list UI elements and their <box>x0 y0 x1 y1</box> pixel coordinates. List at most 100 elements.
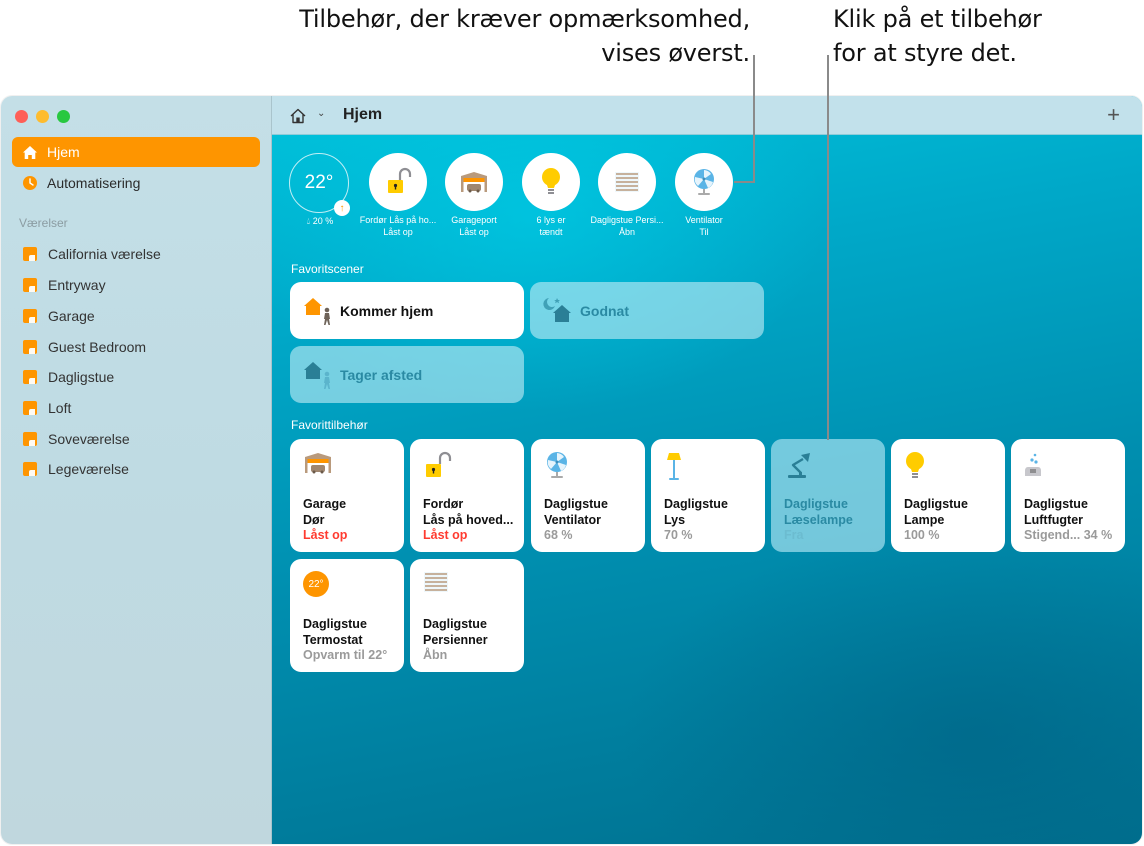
room-label: Legeværelse <box>48 461 129 477</box>
sidebar-room[interactable]: Dagligstue <box>23 366 114 388</box>
lightbulb-icon <box>904 451 936 483</box>
status-value: Til <box>699 227 709 237</box>
minimize-button[interactable] <box>36 110 49 123</box>
scene-goodnight[interactable]: Godnat <box>530 282 764 339</box>
humidifier-icon <box>1024 451 1056 483</box>
room-label: Garage <box>48 308 95 324</box>
blinds-icon <box>423 571 455 603</box>
tile-state: Åbn <box>423 648 448 662</box>
zoom-button[interactable] <box>57 110 70 123</box>
room-icon <box>23 370 37 384</box>
tile-name: Luftfugter <box>1024 513 1084 527</box>
tile-name: Termostat <box>303 633 363 647</box>
callout-attention: Tilbehør, der kræver opmærksomhed, vises… <box>200 2 750 70</box>
thermostat-badge: 22° <box>303 571 329 597</box>
accessory-tile-fan[interactable]: Dagligstue Ventilator 68 % <box>531 439 645 552</box>
garage-icon <box>461 172 487 193</box>
house-icon <box>22 144 38 160</box>
room-label: Guest Bedroom <box>48 339 147 355</box>
lock-open-icon <box>423 451 455 483</box>
fan-icon <box>544 451 576 483</box>
tile-name: Lys <box>664 513 686 527</box>
room-label: Dagligstue <box>48 369 115 385</box>
arrive-home-icon <box>302 295 338 327</box>
sidebar-room[interactable]: Entryway <box>23 274 106 296</box>
status-item[interactable]: Fordør Lås på ho... Låst op <box>358 153 438 238</box>
callout-click-line1: Klik på et tilbehør <box>833 5 1042 33</box>
clock-icon <box>22 175 38 191</box>
garage-icon <box>303 451 335 483</box>
room-icon <box>23 309 37 323</box>
room-icon <box>23 340 37 354</box>
scene-leaving[interactable]: Tager afsted <box>290 346 524 403</box>
scene-coming-home[interactable]: Kommer hjem <box>290 282 524 339</box>
home-app-window: Hjem Automatisering Værelser California … <box>1 96 1142 844</box>
sidebar-room[interactable]: California værelse <box>23 243 161 265</box>
main-content: ⌄ Hjem + 22° ↑ 💧︎ 20 % Fordør Lås på ho.… <box>272 96 1142 844</box>
tile-room: Dagligstue <box>784 497 848 511</box>
home-menu-icon[interactable] <box>289 107 307 125</box>
tile-room: Dagligstue <box>664 497 728 511</box>
floor-lamp-icon <box>664 451 696 483</box>
accessory-tile-blinds[interactable]: Dagligstue Persienner Åbn <box>410 559 524 672</box>
tile-name: Lampe <box>904 513 945 527</box>
tile-room: Dagligstue <box>904 497 968 511</box>
sidebar-item-label: Automatisering <box>47 175 141 191</box>
page-title: Hjem <box>343 106 383 123</box>
lock-open-icon <box>388 167 412 193</box>
status-value: tændt <box>539 227 563 237</box>
sidebar: Hjem Automatisering Værelser California … <box>1 96 272 844</box>
tile-state: 70 % <box>664 528 693 542</box>
callout-line-click <box>827 55 829 440</box>
tile-state: Låst op <box>423 528 468 542</box>
sidebar-room[interactable]: Soveværelse <box>23 428 130 450</box>
tile-room: Fordør <box>423 497 464 511</box>
status-thermostat[interactable]: 22° ↑ <box>289 153 350 216</box>
callout-click: Klik på et tilbehør for at styre det. <box>833 2 1133 70</box>
tile-name: Persienner <box>423 633 488 647</box>
status-humidity: 💧︎ 20 % <box>289 216 351 227</box>
accessory-tile-garage-door[interactable]: Garage Dør Låst op <box>290 439 404 552</box>
sidebar-room[interactable]: Legeværelse <box>23 458 129 480</box>
toolbar: ⌄ Hjem + <box>272 96 1142 135</box>
accessory-tile-reading-lamp[interactable]: Dagligstue Læselampe Fra <box>771 439 885 552</box>
room-icon <box>23 401 37 415</box>
tile-state: Låst op <box>303 528 348 542</box>
blinds-icon <box>615 172 639 192</box>
sidebar-room[interactable]: Guest Bedroom <box>23 336 146 358</box>
close-button[interactable] <box>15 110 28 123</box>
tile-name: Læselampe <box>784 513 853 527</box>
status-item[interactable]: Garageport Låst op <box>434 153 514 238</box>
sidebar-item-home[interactable]: Hjem <box>12 137 260 167</box>
chevron-down-icon[interactable]: ⌄ <box>317 108 325 119</box>
tile-room: Dagligstue <box>303 617 367 631</box>
sidebar-room[interactable]: Loft <box>23 397 71 419</box>
status-item[interactable]: 6 lys er tændt <box>511 153 591 238</box>
accessory-tile-front-door-lock[interactable]: Fordør Lås på hoved... Låst op <box>410 439 524 552</box>
accessory-tile-thermostat[interactable]: 22° Dagligstue Termostat Opvarm til 22° <box>290 559 404 672</box>
accessory-tile-floor-lamp[interactable]: Dagligstue Lys 70 % <box>651 439 765 552</box>
callout-line-attention-tail <box>734 181 755 183</box>
callout-line-attention <box>753 55 755 183</box>
status-value: Låst op <box>459 227 489 237</box>
callout-attention-line2: vises øverst. <box>601 39 750 67</box>
accessory-tile-lamp[interactable]: Dagligstue Lampe 100 % <box>891 439 1005 552</box>
sidebar-room[interactable]: Garage <box>23 305 95 327</box>
tile-room: Dagligstue <box>544 497 608 511</box>
room-icon <box>23 462 37 476</box>
sidebar-item-automation[interactable]: Automatisering <box>12 168 260 198</box>
status-item[interactable]: Dagligstue Persi... Åbn <box>587 153 667 238</box>
add-button[interactable]: + <box>1107 102 1120 128</box>
accessory-tile-humidifier[interactable]: Dagligstue Luftfugter Stigend... 34 % <box>1011 439 1125 552</box>
status-value: Låst op <box>383 227 413 237</box>
tile-state: 68 % <box>544 528 573 542</box>
room-label: Soveværelse <box>48 431 130 447</box>
tile-room: Garage <box>303 497 347 511</box>
callout-attention-line1: Tilbehør, der kræver opmærksomhed, <box>299 5 750 33</box>
moon-house-icon <box>542 295 578 327</box>
status-item[interactable]: Ventilator Til <box>664 153 744 238</box>
tile-room: Dagligstue <box>423 617 487 631</box>
scene-label: Kommer hjem <box>340 302 434 319</box>
tile-state: 100 % <box>904 528 940 542</box>
tile-room: Dagligstue <box>1024 497 1088 511</box>
